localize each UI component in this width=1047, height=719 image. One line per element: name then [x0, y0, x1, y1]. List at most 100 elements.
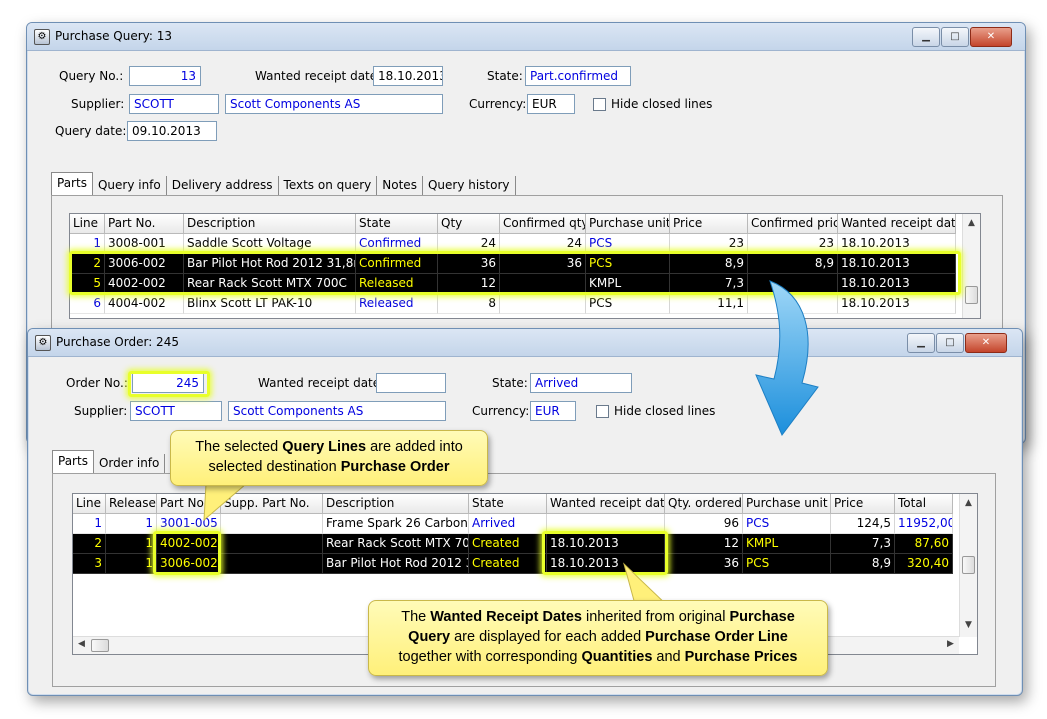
col-wanted-receipt-date[interactable]: Wanted receipt date — [838, 214, 956, 234]
col-line[interactable]: Line — [70, 214, 105, 234]
cell-total: 87,60 — [895, 534, 953, 554]
callout-text: inherited from original — [581, 609, 730, 625]
cell-description: Blinx Scott LT PAK-10 — [184, 294, 356, 314]
cell-line: 3 — [73, 554, 106, 574]
cell-purchase-unit: PCS — [586, 254, 670, 274]
col-price[interactable]: Price — [831, 494, 895, 514]
order-wanted-date-field[interactable] — [376, 373, 446, 393]
scroll-thumb[interactable] — [91, 639, 109, 652]
supplier-code-field[interactable]: SCOTT — [129, 94, 219, 114]
col-state[interactable]: State — [356, 214, 438, 234]
cell-purchase-unit: KMPL — [743, 534, 831, 554]
cell-part-no: 4004-002 — [105, 294, 184, 314]
callout-top-pointer — [203, 484, 247, 522]
col-description[interactable]: Description — [323, 494, 469, 514]
order-currency-label: Currency: — [472, 404, 530, 418]
maximize-button[interactable]: □ — [936, 333, 964, 353]
query-titlebar[interactable]: ⚙ Purchase Query: 13 ▁ □ ✕ — [27, 23, 1025, 51]
currency-field[interactable]: EUR — [527, 94, 575, 114]
cell-part-no: 3006-002 — [105, 254, 184, 274]
col-line[interactable]: Line — [73, 494, 106, 514]
scroll-thumb[interactable] — [965, 286, 978, 304]
col-price[interactable]: Price — [670, 214, 748, 234]
col-part-no[interactable]: Part No. — [105, 214, 184, 234]
minimize-button[interactable]: ▁ — [912, 27, 940, 47]
order-supplier-code-field[interactable]: SCOTT — [130, 401, 222, 421]
cell-price: 7,3 — [670, 274, 748, 294]
order-no-field[interactable]: 245 — [132, 373, 204, 393]
order-currency-field[interactable]: EUR — [530, 401, 576, 421]
callout-bold-text: Purchase — [729, 609, 795, 625]
callout-bold-text: Wanted Receipt Dates — [430, 609, 582, 625]
query-grid-vscroll[interactable]: ▲ — [962, 214, 980, 318]
tab-notes[interactable]: Notes — [377, 176, 423, 195]
grid-header: Line Part No. Description State Qty Conf… — [70, 214, 962, 234]
col-confirmed-price[interactable]: Confirmed price — [748, 214, 838, 234]
tab-texts-on-query[interactable]: Texts on query — [279, 176, 378, 195]
order-titlebar[interactable]: ⚙ Purchase Order: 245 ▁ □ ✕ — [28, 329, 1022, 357]
query-no-field[interactable]: 13 — [129, 66, 201, 86]
table-row-selected[interactable]: 2 1 4002-002 Rear Rack Scott MTX 700C Cr… — [73, 534, 959, 554]
state-label: State: — [487, 69, 523, 83]
col-total[interactable]: Total — [895, 494, 953, 514]
scroll-up-icon[interactable]: ▲ — [960, 498, 977, 508]
col-confirmed-qty[interactable]: Confirmed qty — [500, 214, 586, 234]
cell-total: 11952,00 — [895, 514, 953, 534]
close-button[interactable]: ✕ — [970, 27, 1012, 47]
col-qty[interactable]: Qty — [438, 214, 500, 234]
cell-wanted-date: 18.10.2013 — [838, 294, 956, 314]
col-purchase-unit[interactable]: Purchase unit — [586, 214, 670, 234]
tab-query-history[interactable]: Query history — [423, 176, 516, 195]
hide-closed-checkbox[interactable] — [593, 98, 606, 111]
col-release[interactable]: Release — [106, 494, 157, 514]
query-lines-grid[interactable]: Line Part No. Description State Qty Conf… — [69, 213, 981, 319]
cell-part-no: 3008-001 — [105, 234, 184, 254]
cell-state: Arrived — [469, 514, 547, 534]
col-wanted-receipt-date[interactable]: Wanted receipt date — [547, 494, 665, 514]
callout-text: are added into — [366, 439, 463, 455]
tab-order-info[interactable]: Order info — [94, 454, 166, 473]
callout-query-lines: The selected Query Lines are added into … — [170, 430, 488, 486]
table-row-selected[interactable]: 2 3006-002 Bar Pilot Hot Rod 2012 31,8mm… — [70, 254, 962, 274]
callout-bold-text: Purchase Order — [340, 459, 450, 475]
order-tabs: Parts Order info — [52, 450, 166, 473]
query-date-field[interactable]: 09.10.2013 — [127, 121, 217, 141]
cell-wanted-date: 18.10.2013 — [547, 534, 665, 554]
query-date-label: Query date: — [55, 124, 127, 138]
cell-state: Created — [469, 554, 547, 574]
scroll-left-icon[interactable]: ◀ — [73, 639, 90, 649]
scroll-down-icon[interactable]: ▼ — [960, 620, 977, 630]
cell-state: Released — [356, 294, 438, 314]
scroll-up-icon[interactable]: ▲ — [963, 218, 980, 228]
callout-text: The selected — [195, 439, 283, 455]
cell-description: Rear Rack Scott MTX 700C — [184, 274, 356, 294]
cell-purchase-unit: PCS — [586, 234, 670, 254]
table-row-selected[interactable]: 3 1 3006-002 Bar Pilot Hot Rod 2012 31,8… — [73, 554, 959, 574]
tab-parts[interactable]: Parts — [51, 172, 93, 195]
col-qty-ordered[interactable]: Qty. ordered — [665, 494, 743, 514]
table-row[interactable]: 1 3008-001 Saddle Scott Voltage Confirme… — [70, 234, 962, 254]
cell-confirmed-price: 23 — [748, 234, 838, 254]
cell-wanted-date: 18.10.2013 — [838, 274, 956, 294]
close-button[interactable]: ✕ — [965, 333, 1007, 353]
minimize-button[interactable]: ▁ — [907, 333, 935, 353]
cell-release: 1 — [106, 514, 157, 534]
tab-parts[interactable]: Parts — [52, 450, 94, 473]
order-hide-closed-checkbox[interactable] — [596, 405, 609, 418]
order-grid-vscroll[interactable]: ▲ ▼ — [959, 494, 977, 637]
col-state[interactable]: State — [469, 494, 547, 514]
cell-description: Rear Rack Scott MTX 700C — [323, 534, 469, 554]
tab-delivery-address[interactable]: Delivery address — [167, 176, 279, 195]
callout-bold-text: Query Lines — [282, 439, 367, 455]
maximize-button[interactable]: □ — [941, 27, 969, 47]
query-no-label: Query No.: — [59, 69, 124, 83]
cell-supp-part-no — [221, 534, 323, 554]
scroll-right-icon[interactable]: ▶ — [942, 639, 959, 649]
col-purchase-unit[interactable]: Purchase unit — [743, 494, 831, 514]
cell-wanted-date — [547, 514, 665, 534]
scroll-thumb[interactable] — [962, 556, 975, 574]
wanted-date-field[interactable]: 18.10.2013 — [373, 66, 443, 86]
col-description[interactable]: Description — [184, 214, 356, 234]
order-wanted-date-label: Wanted receipt date: — [258, 376, 385, 390]
tab-query-info[interactable]: Query info — [93, 176, 167, 195]
